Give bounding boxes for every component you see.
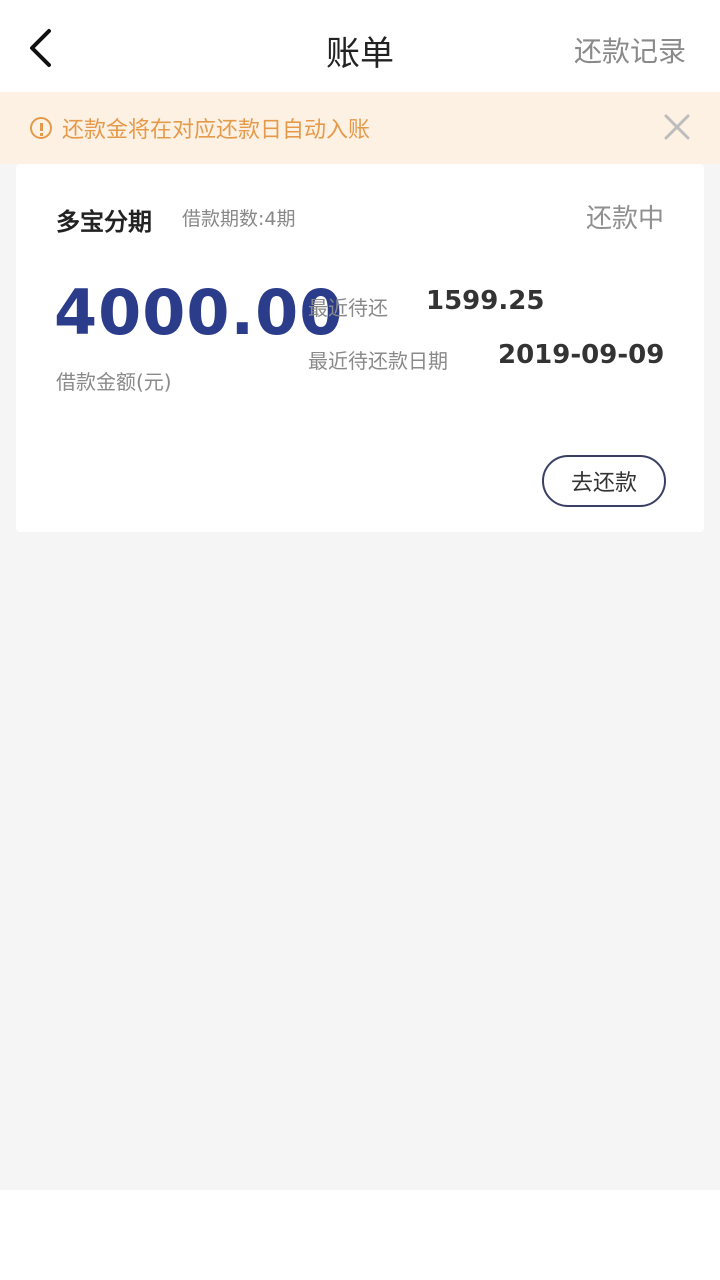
info-circle-icon — [30, 117, 52, 139]
back-button[interactable] — [18, 24, 62, 72]
loan-card: 多宝分期 借款期数:4期 还款中 4000.00 借款金额(元) 最近待还 15… — [16, 164, 704, 532]
repayment-records-link[interactable]: 还款记录 — [574, 30, 686, 70]
close-notice-button[interactable] — [658, 108, 696, 146]
repay-button[interactable]: 去还款 — [542, 455, 666, 507]
close-icon — [664, 114, 690, 140]
recent-due-date-label: 最近待还款日期 — [308, 349, 448, 373]
product-name: 多宝分期 — [56, 208, 152, 236]
nav-bar: 账单 还款记录 — [0, 0, 720, 92]
notice-banner: 还款金将在对应还款日自动入账 — [0, 92, 720, 164]
page-title: 账单 — [326, 34, 394, 74]
notice-text: 还款金将在对应还款日自动入账 — [62, 118, 371, 143]
status-badge: 还款中 — [585, 204, 664, 234]
recent-due-value: 1599.25 — [426, 286, 545, 316]
back-arrow-icon — [30, 29, 51, 67]
loan-amount-label: 借款金额(元) — [56, 370, 172, 394]
recent-due-date-value: 2019-09-09 — [498, 340, 665, 370]
recent-due-label: 最近待还 — [308, 296, 388, 320]
loan-amount: 4000.00 — [54, 276, 344, 349]
bill-screen: 账单 还款记录 还款金将在对应还款日自动入账 多宝分期 借款期数:4期 还款中 … — [0, 0, 720, 1280]
loan-periods: 借款期数:4期 — [182, 208, 296, 230]
